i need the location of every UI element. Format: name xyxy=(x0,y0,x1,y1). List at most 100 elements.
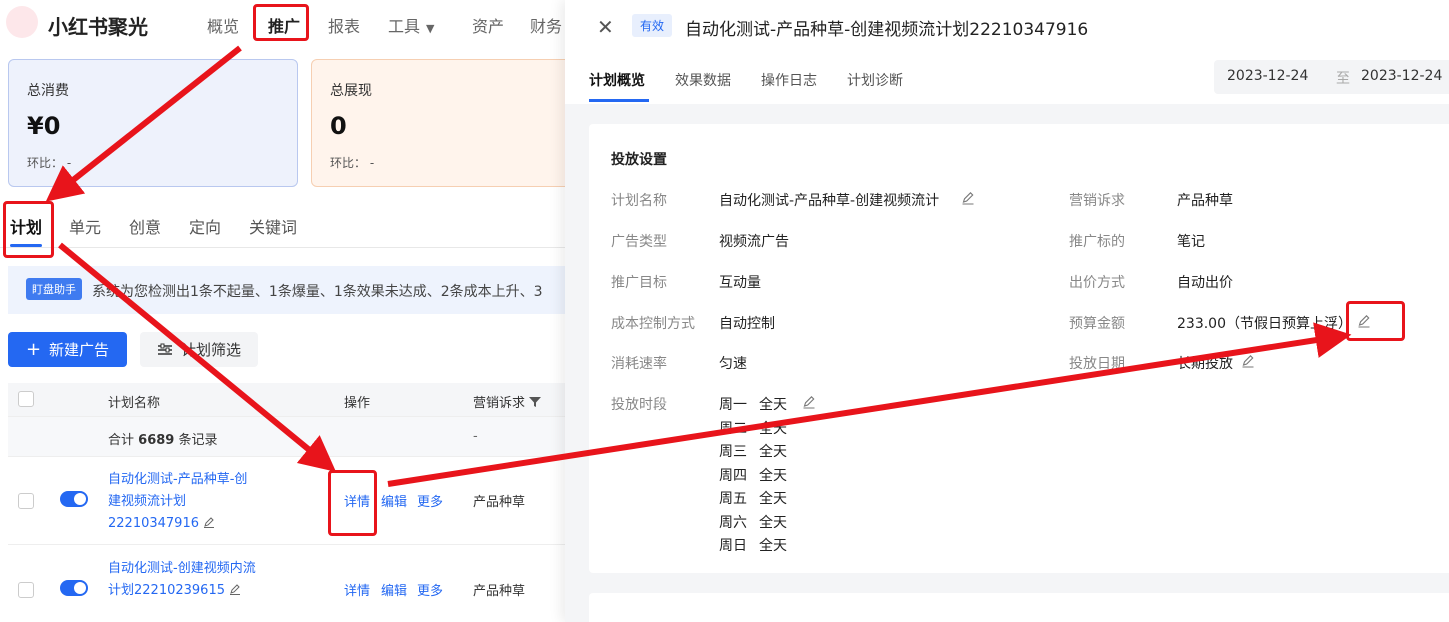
header-marketing-goal[interactable]: 营销诉求 xyxy=(473,392,542,411)
plan-filter-button[interactable]: 计划筛选 xyxy=(140,332,258,367)
schedule-list: 周一 全天 周二 全天 周三 全天 周四 全天 周五 全天 周六 全天 周日 全天 xyxy=(719,394,787,559)
schedule-item: 周四 全天 xyxy=(719,465,787,489)
field-label-ad-type: 广告类型 xyxy=(611,234,667,250)
date-range-picker[interactable]: 2023-12-24 至 2023-12-24 xyxy=(1214,60,1449,94)
status-badge: 有效 xyxy=(632,14,673,37)
more-link[interactable]: 更多 xyxy=(417,491,443,510)
monitor-notice: 盯盘助手 系统为您检测出1条不起量、1条爆量、1条效果未达成、2条成本上升、3 xyxy=(8,266,565,314)
edit-link[interactable]: 编辑 xyxy=(381,491,407,510)
nav-item-assets[interactable]: 资产 xyxy=(472,13,504,37)
summary-prefix: 合计 xyxy=(108,433,135,448)
field-value-promo-goal: 互动量 xyxy=(719,275,761,291)
edit-pencil-icon[interactable] xyxy=(961,191,975,205)
field-label-schedule: 投放时段 xyxy=(611,397,667,413)
plan-status-toggle[interactable] xyxy=(60,491,88,507)
schedule-day: 周六 xyxy=(719,514,747,531)
schedule-time: 全天 xyxy=(759,538,787,554)
nav-item-tools-label: 工具 xyxy=(388,17,421,36)
summary-suffix: 条记录 xyxy=(178,433,218,448)
level-tabs: 计划 单元 创意 定向 关键词 xyxy=(0,204,565,248)
edit-link[interactable]: 编辑 xyxy=(381,580,407,599)
new-ad-button[interactable]: + 新建广告 xyxy=(8,332,127,367)
plan-filter-label: 计划筛选 xyxy=(180,341,241,359)
tab-operation-log[interactable]: 操作日志 xyxy=(761,70,817,90)
schedule-item: 周三 全天 xyxy=(719,441,787,465)
nav-item-tools[interactable]: 工具 ▼ xyxy=(388,13,434,37)
section-title: 投放设置 xyxy=(611,152,667,168)
schedule-time: 全天 xyxy=(759,444,787,460)
edit-pencil-icon[interactable] xyxy=(203,516,215,528)
nav-item-reports[interactable]: 报表 xyxy=(328,13,360,37)
header-marketing-goal-label: 营销诉求 xyxy=(473,396,526,411)
field-label-budget: 预算金额 xyxy=(1069,316,1125,332)
filter-sliders-icon xyxy=(157,343,172,355)
field-value-ad-type: 视频流广告 xyxy=(719,234,789,250)
more-link[interactable]: 更多 xyxy=(417,580,443,599)
schedule-time: 全天 xyxy=(759,397,787,413)
header-plan-name: 计划名称 xyxy=(108,396,161,411)
plan-name-link[interactable]: 自动化测试-创建视频内流计划22210239615 xyxy=(108,558,258,602)
edit-pencil-icon[interactable] xyxy=(229,583,241,595)
brand-name: 小红书聚光 xyxy=(48,15,148,39)
tab-creative[interactable]: 创意 xyxy=(129,214,161,238)
plan-detail-drawer: ✕ 有效 自动化测试-产品种草-创建视频流计划22210347916 计划概览 … xyxy=(565,0,1449,622)
schedule-item: 周五 全天 xyxy=(719,488,787,512)
schedule-day: 周三 xyxy=(719,444,747,460)
metric-ratio: 环比： - xyxy=(27,156,72,170)
row-checkbox[interactable] xyxy=(18,582,34,598)
brand-logo xyxy=(6,6,38,38)
monitor-badge: 盯盘助手 xyxy=(26,278,82,300)
edit-pencil-icon[interactable] xyxy=(802,395,816,409)
table-row: 自动化测试-创建视频内流计划22210239615 详情 编辑 更多 产品种草 xyxy=(8,546,565,622)
highlight-box-tab-plan xyxy=(3,201,54,258)
row-marketing-goal: 产品种草 xyxy=(473,584,526,599)
nav-item-overview[interactable]: 概览 xyxy=(207,13,239,37)
field-label-delivery-date: 投放日期 xyxy=(1069,356,1125,372)
schedule-time: 全天 xyxy=(759,420,787,437)
tab-performance-data[interactable]: 效果数据 xyxy=(675,70,731,90)
summary-count: 6689 xyxy=(138,433,175,448)
plan-name-link[interactable]: 自动化测试-产品种草-创建视频流计划22210347916 xyxy=(108,469,258,535)
tab-unit[interactable]: 单元 xyxy=(69,214,101,238)
field-label-promo-target: 推广标的 xyxy=(1069,234,1125,250)
chevron-down-icon: ▼ xyxy=(426,22,435,35)
tab-targeting[interactable]: 定向 xyxy=(189,214,221,238)
close-icon[interactable]: ✕ xyxy=(597,15,614,39)
schedule-time: 全天 xyxy=(759,491,787,507)
field-value-pacing: 匀速 xyxy=(719,356,747,372)
field-value-promo-target: 笔记 xyxy=(1177,234,1205,250)
schedule-item: 周六 全天 xyxy=(719,512,787,536)
nav-item-finance[interactable]: 财务 xyxy=(530,13,562,37)
row-checkbox[interactable] xyxy=(18,493,34,509)
field-label-pacing: 消耗速率 xyxy=(611,356,667,372)
highlight-box-nav-promotion xyxy=(253,4,309,41)
field-label-plan-name: 计划名称 xyxy=(611,193,667,209)
metric-label: 总消费 xyxy=(27,83,69,99)
delivery-settings-panel: 投放设置 计划名称 自动化测试-产品种草-创建视频流计 广告类型 视频流广告 推… xyxy=(589,124,1449,573)
tab-keywords[interactable]: 关键词 xyxy=(249,214,297,238)
schedule-time: 全天 xyxy=(759,514,787,531)
metric-card-total-impressions: 总展现 0 环比： - xyxy=(311,59,565,187)
metric-value: ¥0 xyxy=(27,112,61,140)
summary-text: 合计 6689 条记录 xyxy=(108,429,218,448)
tab-plan-overview[interactable]: 计划概览 xyxy=(589,70,645,90)
metric-ratio: 环比： - xyxy=(330,156,375,170)
table-row: 自动化测试-产品种草-创建视频流计划22210347916 详情 编辑 更多 产… xyxy=(8,457,565,545)
field-value-cost-control: 自动控制 xyxy=(719,316,775,332)
detail-link[interactable]: 详情 xyxy=(344,580,370,599)
main-page: 小红书聚光 概览 推广 报表 工具 ▼ 资产 财务 总消费 ¥0 环比： - 总展… xyxy=(0,0,565,622)
plan-status-toggle[interactable] xyxy=(60,580,88,596)
select-all-checkbox[interactable] xyxy=(18,391,34,407)
field-label-bid-method: 出价方式 xyxy=(1069,275,1125,291)
edit-pencil-icon[interactable] xyxy=(1241,354,1255,368)
highlight-box-budget-edit xyxy=(1346,301,1405,341)
filter-funnel-icon[interactable] xyxy=(529,396,542,408)
summary-goal: - xyxy=(473,429,478,444)
tab-plan-diagnosis[interactable]: 计划诊断 xyxy=(847,70,903,90)
plan-name-text: 自动化测试-产品种草-创建视频流计划22210347916 xyxy=(108,472,248,531)
field-label-marketing-goal: 营销诉求 xyxy=(1069,193,1125,209)
metric-label: 总展现 xyxy=(330,83,372,99)
drawer-title: 自动化测试-产品种草-创建视频流计划22210347916 xyxy=(685,20,1089,40)
schedule-item: 周一 全天 xyxy=(719,394,787,418)
schedule-day: 周二 xyxy=(719,420,747,437)
